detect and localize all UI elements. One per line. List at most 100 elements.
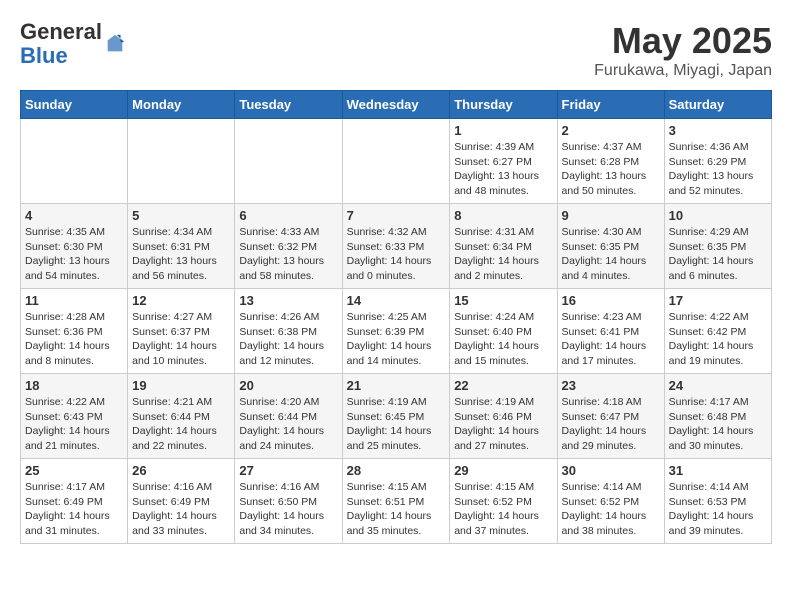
day-number: 9: [562, 208, 660, 223]
day-info: Sunrise: 4:16 AM Sunset: 6:49 PM Dayligh…: [132, 480, 230, 539]
calendar-week-row: 1 Sunrise: 4:39 AM Sunset: 6:27 PM Daylig…: [21, 119, 772, 204]
day-number: 29: [454, 463, 552, 478]
calendar-cell: 15Sunrise: 4:24 AM Sunset: 6:40 PM Dayli…: [450, 289, 557, 374]
day-info: Sunrise: 4:35 AM Sunset: 6:30 PM Dayligh…: [25, 225, 123, 284]
day-info: Sunrise: 4:15 AM Sunset: 6:51 PM Dayligh…: [347, 480, 446, 539]
calendar-cell: 13 Sunrise: 4:26 AM Sunset: 6:38 PM Dayli…: [235, 289, 342, 374]
weekday-header-wednesday: Wednesday: [342, 91, 450, 119]
day-info: Sunrise: 4:33 AM Sunset: 6:32 PM Dayligh…: [239, 225, 337, 284]
day-info: Sunrise: 4:27 AM Sunset: 6:37 PM Dayligh…: [132, 310, 230, 369]
calendar-cell: 24 Sunrise: 4:17 AM Sunset: 6:48 PM Dayli…: [664, 374, 771, 459]
weekday-header-thursday: Thursday: [450, 91, 557, 119]
calendar-cell: [235, 119, 342, 204]
calendar-cell: 28Sunrise: 4:15 AM Sunset: 6:51 PM Dayli…: [342, 459, 450, 544]
page-header: General Blue May 2025 Furukawa, Miyagi, …: [20, 20, 772, 80]
day-info: Sunrise: 4:25 AM Sunset: 6:39 PM Dayligh…: [347, 310, 446, 369]
day-number: 21: [347, 378, 446, 393]
day-info: Sunrise: 4:32 AM Sunset: 6:33 PM Dayligh…: [347, 225, 446, 284]
calendar-week-row: 18Sunrise: 4:22 AM Sunset: 6:43 PM Dayli…: [21, 374, 772, 459]
day-number: 23: [562, 378, 660, 393]
day-number: 8: [454, 208, 552, 223]
day-info: Sunrise: 4:19 AM Sunset: 6:45 PM Dayligh…: [347, 395, 446, 454]
weekday-header-friday: Friday: [557, 91, 664, 119]
day-number: 12: [132, 293, 230, 308]
calendar-cell: 8 Sunrise: 4:31 AM Sunset: 6:34 PM Daylig…: [450, 204, 557, 289]
calendar-cell: [128, 119, 235, 204]
logo-general: General: [20, 19, 102, 44]
weekday-header-tuesday: Tuesday: [235, 91, 342, 119]
day-number: 20: [239, 378, 337, 393]
day-info: Sunrise: 4:29 AM Sunset: 6:35 PM Dayligh…: [669, 225, 767, 284]
day-number: 26: [132, 463, 230, 478]
day-number: 13: [239, 293, 337, 308]
calendar-cell: 10 Sunrise: 4:29 AM Sunset: 6:35 PM Dayli…: [664, 204, 771, 289]
day-number: 5: [132, 208, 230, 223]
day-info: Sunrise: 4:31 AM Sunset: 6:34 PM Dayligh…: [454, 225, 552, 284]
calendar-cell: 7Sunrise: 4:32 AM Sunset: 6:33 PM Daylig…: [342, 204, 450, 289]
day-number: 14: [347, 293, 446, 308]
day-number: 11: [25, 293, 123, 308]
calendar-cell: 11 Sunrise: 4:28 AM Sunset: 6:36 PM Dayli…: [21, 289, 128, 374]
day-number: 31: [669, 463, 767, 478]
logo-icon: [104, 33, 126, 55]
calendar-cell: 6 Sunrise: 4:33 AM Sunset: 6:32 PM Daylig…: [235, 204, 342, 289]
calendar-cell: 19Sunrise: 4:21 AM Sunset: 6:44 PM Dayli…: [128, 374, 235, 459]
logo-blue: Blue: [20, 43, 68, 68]
calendar-cell: 5Sunrise: 4:34 AM Sunset: 6:31 PM Daylig…: [128, 204, 235, 289]
day-number: 30: [562, 463, 660, 478]
calendar-cell: 29Sunrise: 4:15 AM Sunset: 6:52 PM Dayli…: [450, 459, 557, 544]
day-info: Sunrise: 4:36 AM Sunset: 6:29 PM Dayligh…: [669, 140, 767, 199]
day-number: 1: [454, 123, 552, 138]
day-number: 17: [669, 293, 767, 308]
day-info: Sunrise: 4:22 AM Sunset: 6:43 PM Dayligh…: [25, 395, 123, 454]
location-subtitle: Furukawa, Miyagi, Japan: [594, 62, 772, 80]
weekday-header-saturday: Saturday: [664, 91, 771, 119]
day-info: Sunrise: 4:20 AM Sunset: 6:44 PM Dayligh…: [239, 395, 337, 454]
day-number: 22: [454, 378, 552, 393]
day-info: Sunrise: 4:26 AM Sunset: 6:38 PM Dayligh…: [239, 310, 337, 369]
title-section: May 2025 Furukawa, Miyagi, Japan: [594, 20, 772, 80]
day-info: Sunrise: 4:17 AM Sunset: 6:49 PM Dayligh…: [25, 480, 123, 539]
day-info: Sunrise: 4:21 AM Sunset: 6:44 PM Dayligh…: [132, 395, 230, 454]
calendar-cell: 16 Sunrise: 4:23 AM Sunset: 6:41 PM Dayli…: [557, 289, 664, 374]
calendar-cell: 27Sunrise: 4:16 AM Sunset: 6:50 PM Dayli…: [235, 459, 342, 544]
day-info: Sunrise: 4:22 AM Sunset: 6:42 PM Dayligh…: [669, 310, 767, 369]
day-number: 4: [25, 208, 123, 223]
day-number: 15: [454, 293, 552, 308]
day-info: Sunrise: 4:28 AM Sunset: 6:36 PM Dayligh…: [25, 310, 123, 369]
day-info: Sunrise: 4:17 AM Sunset: 6:48 PM Dayligh…: [669, 395, 767, 454]
day-number: 6: [239, 208, 337, 223]
calendar-cell: 21 Sunrise: 4:19 AM Sunset: 6:45 PM Dayli…: [342, 374, 450, 459]
calendar-cell: 23 Sunrise: 4:18 AM Sunset: 6:47 PM Dayli…: [557, 374, 664, 459]
weekday-header-monday: Monday: [128, 91, 235, 119]
day-info: Sunrise: 4:14 AM Sunset: 6:53 PM Dayligh…: [669, 480, 767, 539]
day-info: Sunrise: 4:23 AM Sunset: 6:41 PM Dayligh…: [562, 310, 660, 369]
month-year-title: May 2025: [594, 20, 772, 62]
day-number: 10: [669, 208, 767, 223]
day-number: 24: [669, 378, 767, 393]
calendar-cell: 31 Sunrise: 4:14 AM Sunset: 6:53 PM Dayli…: [664, 459, 771, 544]
calendar-cell: 17 Sunrise: 4:22 AM Sunset: 6:42 PM Dayli…: [664, 289, 771, 374]
calendar-cell: [21, 119, 128, 204]
day-info: Sunrise: 4:18 AM Sunset: 6:47 PM Dayligh…: [562, 395, 660, 454]
weekday-header-row: SundayMondayTuesdayWednesdayThursdayFrid…: [21, 91, 772, 119]
logo: General Blue: [20, 20, 126, 68]
day-info: Sunrise: 4:39 AM Sunset: 6:27 PM Dayligh…: [454, 140, 552, 199]
day-number: 2: [562, 123, 660, 138]
day-number: 25: [25, 463, 123, 478]
calendar-cell: [342, 119, 450, 204]
calendar-table: SundayMondayTuesdayWednesdayThursdayFrid…: [20, 90, 772, 544]
calendar-week-row: 25 Sunrise: 4:17 AM Sunset: 6:49 PM Dayli…: [21, 459, 772, 544]
calendar-cell: 14 Sunrise: 4:25 AM Sunset: 6:39 PM Dayli…: [342, 289, 450, 374]
calendar-week-row: 11 Sunrise: 4:28 AM Sunset: 6:36 PM Dayli…: [21, 289, 772, 374]
calendar-cell: 26 Sunrise: 4:16 AM Sunset: 6:49 PM Dayli…: [128, 459, 235, 544]
calendar-cell: 20 Sunrise: 4:20 AM Sunset: 6:44 PM Dayli…: [235, 374, 342, 459]
day-number: 27: [239, 463, 337, 478]
calendar-cell: 12 Sunrise: 4:27 AM Sunset: 6:37 PM Dayli…: [128, 289, 235, 374]
calendar-cell: 22 Sunrise: 4:19 AM Sunset: 6:46 PM Dayli…: [450, 374, 557, 459]
calendar-cell: 25 Sunrise: 4:17 AM Sunset: 6:49 PM Dayli…: [21, 459, 128, 544]
calendar-cell: 18Sunrise: 4:22 AM Sunset: 6:43 PM Dayli…: [21, 374, 128, 459]
calendar-cell: 2Sunrise: 4:37 AM Sunset: 6:28 PM Daylig…: [557, 119, 664, 204]
day-info: Sunrise: 4:19 AM Sunset: 6:46 PM Dayligh…: [454, 395, 552, 454]
day-number: 16: [562, 293, 660, 308]
